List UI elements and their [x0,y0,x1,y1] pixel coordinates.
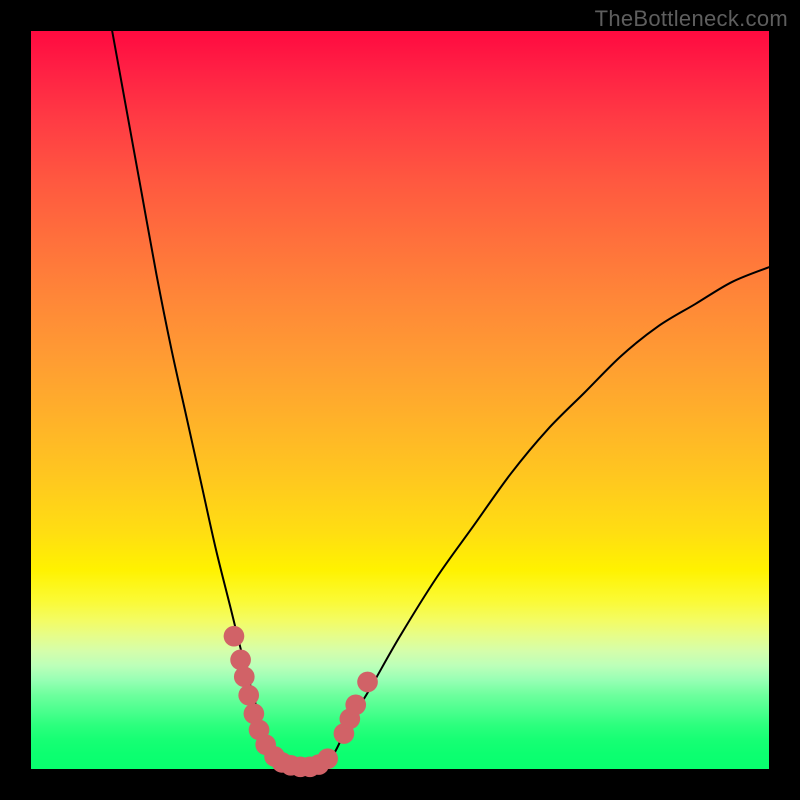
chart-svg [31,31,769,769]
chart-marker [224,626,245,647]
bottleneck-curve [112,31,769,770]
chart-marker [357,672,378,693]
watermark-text: TheBottleneck.com [595,6,788,32]
chart-marker [234,666,255,687]
chart-marker [345,694,366,715]
marker-layer [224,626,378,777]
chart-marker [317,748,338,769]
chart-canvas: TheBottleneck.com [0,0,800,800]
chart-marker [238,685,259,706]
curve-layer [112,31,769,770]
chart-marker [230,649,251,670]
